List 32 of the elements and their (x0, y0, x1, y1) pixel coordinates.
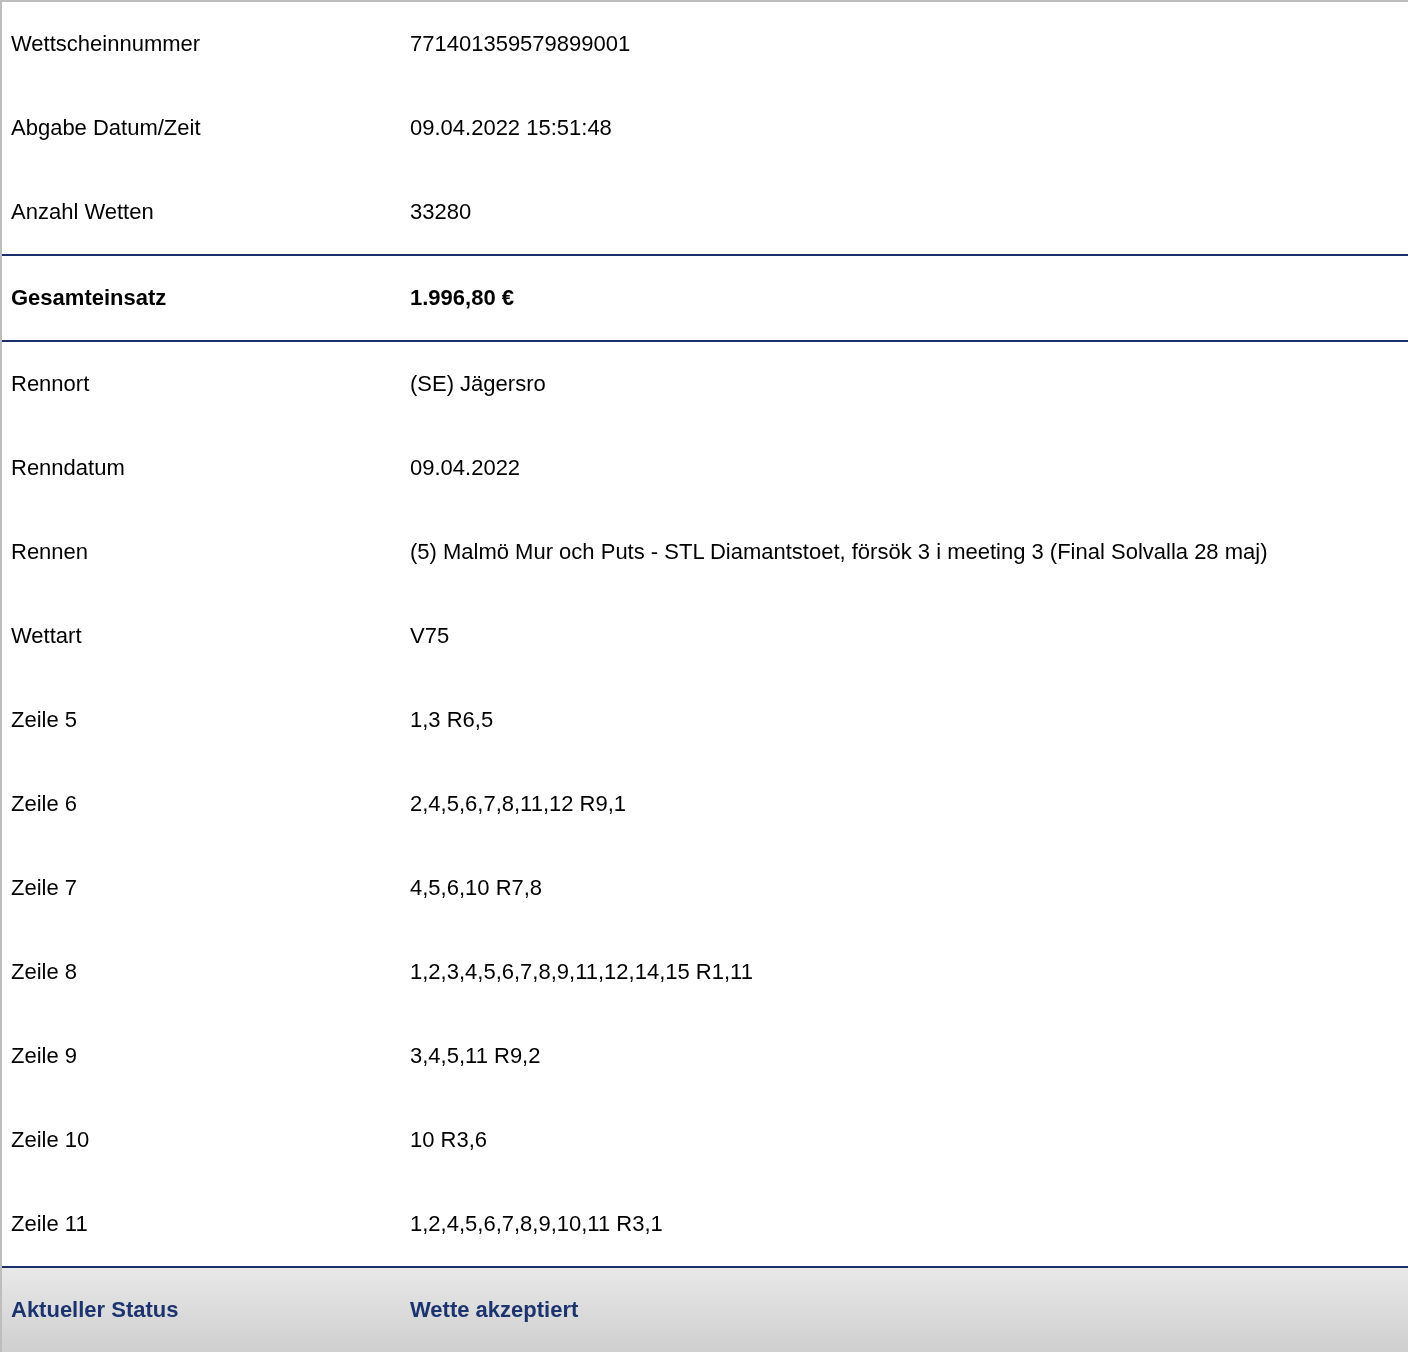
field-label: Zeile 8 (11, 959, 79, 985)
field-value: 3,4,5,11 R9,2 (410, 1043, 541, 1069)
field-value: 1,2,4,5,6,7,8,9,10,11 R3,1 (410, 1211, 663, 1237)
field-label: Rennen (11, 539, 90, 565)
field-label: Zeile 7 (11, 875, 79, 901)
field-value: 33280 (410, 199, 472, 225)
field-value: 2,4,5,6,7,8,11,12 R9,1 (410, 791, 627, 817)
field-label: Wettart (11, 623, 83, 649)
field-value: (5) Malmö Mur och Puts - STL Diamantstoet, försök 3 i meeting 3 (Final Solvalla 28 maj) (410, 539, 1268, 565)
field-value: 10 R3,6 (410, 1127, 488, 1153)
field-label: Wettscheinnummer (11, 31, 202, 57)
field-label: Abgabe Datum/Zeit (11, 115, 202, 141)
field-value: 1,2,3,4,5,6,7,8,9,11,12,14,15 R1,11 (410, 959, 753, 985)
field-label: Zeile 6 (11, 791, 79, 817)
field-value: Wette akzeptiert (410, 1297, 579, 1323)
field-label: Rennort (11, 371, 91, 397)
field-value: 1,3 R6,5 (410, 707, 494, 733)
field-value: 09.04.2022 15:51:48 (410, 115, 612, 141)
field-value: (SE) Jägersro (410, 371, 546, 397)
field-label: Zeile 5 (11, 707, 79, 733)
field-value: 09.04.2022 (410, 455, 521, 481)
field-label: Zeile 10 (11, 1127, 91, 1153)
field-value: 1.996,80 € (410, 285, 514, 311)
field-value: V75 (410, 623, 450, 649)
field-value: 4,5,6,10 R7,8 (410, 875, 543, 901)
field-label: Zeile 9 (11, 1043, 79, 1069)
field-label: Anzahl Wetten (11, 199, 155, 225)
field-value: 771401359579899001 (410, 31, 631, 57)
field-label: Aktueller Status (11, 1297, 180, 1323)
field-label: Zeile 11 (11, 1211, 89, 1237)
field-label: Gesamteinsatz (11, 285, 168, 311)
field-label: Renndatum (11, 455, 126, 481)
